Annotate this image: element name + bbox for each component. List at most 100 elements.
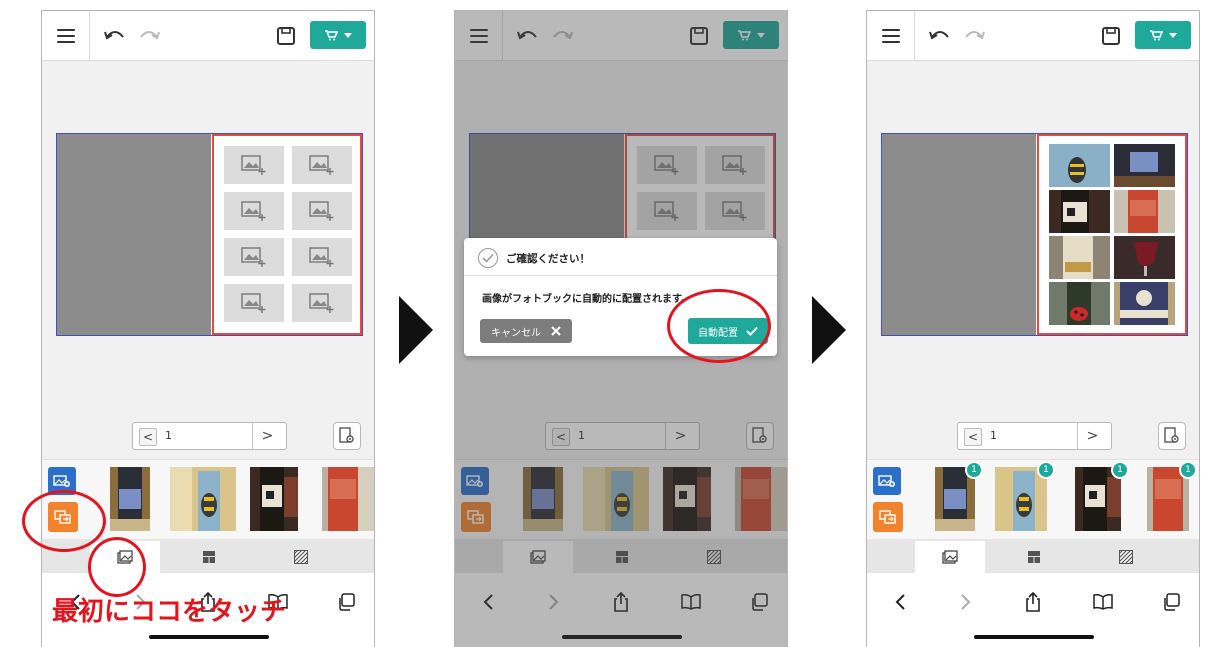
- page-pager: < 1 >: [132, 422, 287, 450]
- home-indicator: [149, 635, 269, 639]
- left-page[interactable]: [57, 134, 211, 335]
- add-image-icon: [309, 201, 334, 221]
- tutorial-stage: < 1 > < 1 > ご確認ください！ 画像がフォトブックに自動的に配置されま…: [0, 0, 1212, 647]
- photo-thumbnail[interactable]: [250, 467, 298, 531]
- menu-button[interactable]: [867, 11, 915, 61]
- photo-thumbnail-used[interactable]: 1: [1147, 461, 1197, 531]
- placed-photo[interactable]: [1114, 236, 1175, 279]
- layout-icon: [203, 551, 215, 563]
- photo-slot[interactable]: [292, 284, 352, 322]
- add-photo-icon: [878, 475, 895, 487]
- right-page[interactable]: [1037, 134, 1187, 335]
- highlight-ring: [667, 289, 771, 363]
- prev-page-button[interactable]: <: [964, 428, 982, 446]
- hamburger-icon: [881, 29, 900, 43]
- photobook-spread[interactable]: [56, 133, 363, 336]
- page-pager: < 1 >: [957, 422, 1112, 450]
- tabs-icon[interactable]: [335, 591, 357, 613]
- add-photo-button[interactable]: [873, 467, 901, 495]
- share-icon[interactable]: [1022, 591, 1044, 613]
- photo-slot[interactable]: [224, 284, 284, 322]
- bottom-tabs: [867, 539, 1199, 573]
- tabs-icon[interactable]: [1160, 591, 1182, 613]
- undo-icon[interactable]: [927, 23, 953, 49]
- tab-backgrounds[interactable]: [266, 541, 336, 573]
- next-page-button[interactable]: >: [252, 423, 282, 449]
- dialog-title: ご確認ください！: [506, 253, 590, 265]
- left-page[interactable]: [882, 134, 1036, 335]
- save-icon[interactable]: [275, 25, 297, 47]
- phone-step-3: < 1 > 1 1 1 1: [866, 10, 1200, 647]
- next-page-button[interactable]: >: [1077, 423, 1107, 449]
- page-number-input[interactable]: 1: [990, 429, 997, 442]
- instruction-caption: 最初にココをタッチ: [52, 597, 287, 627]
- photo-slot[interactable]: [224, 146, 284, 184]
- undo-icon[interactable]: [102, 23, 128, 49]
- add-image-icon: [241, 155, 266, 175]
- step-arrow-icon: [399, 296, 433, 364]
- photo-slot-grid: [224, 146, 352, 322]
- placed-photo[interactable]: [1049, 144, 1110, 187]
- photo-slot[interactable]: [292, 192, 352, 230]
- add-image-icon: [241, 247, 266, 267]
- cancel-label: キャンセル: [491, 327, 541, 339]
- cart-button[interactable]: [1135, 21, 1191, 49]
- bookmarks-icon[interactable]: [1092, 591, 1114, 613]
- cart-icon: [325, 30, 338, 41]
- tab-backgrounds[interactable]: [1091, 541, 1161, 573]
- photo-thumbnail-used[interactable]: 1: [1075, 461, 1129, 531]
- photo-thumbnail-used[interactable]: 1: [935, 461, 983, 531]
- browser-toolbar: [867, 573, 1199, 647]
- dialog-message: 画像がフォトブックに自動的に配置されます。: [482, 294, 691, 305]
- page-settings-icon: [339, 427, 354, 443]
- redo-icon[interactable]: [136, 23, 162, 49]
- right-page[interactable]: [212, 134, 362, 335]
- tab-layouts[interactable]: [174, 541, 244, 573]
- usage-count-badge: 1: [1037, 461, 1055, 479]
- prev-page-button[interactable]: <: [139, 428, 157, 446]
- photo-thumbnail-used[interactable]: 1: [995, 461, 1055, 531]
- page-settings-button[interactable]: [333, 422, 361, 450]
- tab-layouts[interactable]: [999, 541, 1069, 573]
- photobook-spread[interactable]: [881, 133, 1188, 336]
- forward-icon[interactable]: [955, 591, 977, 613]
- cancel-button[interactable]: キャンセル: [480, 319, 572, 343]
- close-icon: [551, 326, 561, 336]
- page-number-input[interactable]: 1: [165, 429, 172, 442]
- highlight-ring: [22, 490, 106, 552]
- placed-photo[interactable]: [1114, 282, 1175, 325]
- page-settings-button[interactable]: [1158, 422, 1186, 450]
- photo-slot[interactable]: [292, 146, 352, 184]
- step-arrow-icon: [812, 296, 846, 364]
- photo-thumbnail[interactable]: [170, 467, 236, 531]
- chevron-down-icon: [344, 32, 352, 38]
- add-image-icon: [309, 247, 334, 267]
- save-icon[interactable]: [1100, 25, 1122, 47]
- placed-photo[interactable]: [1114, 144, 1175, 187]
- dialog-header: ご確認ください！: [464, 238, 777, 276]
- cart-icon: [1150, 30, 1163, 41]
- photo-thumbnail[interactable]: [322, 467, 375, 531]
- redo-icon[interactable]: [961, 23, 987, 49]
- add-image-icon: [241, 201, 266, 221]
- usage-count-badge: 1: [1179, 461, 1197, 479]
- back-icon[interactable]: [889, 591, 911, 613]
- background-pattern-icon: [294, 550, 308, 564]
- add-image-icon: [241, 293, 266, 313]
- cart-button[interactable]: [310, 21, 366, 49]
- placed-photo[interactable]: [1114, 190, 1175, 233]
- photo-slot[interactable]: [292, 238, 352, 276]
- modal-backdrop-lower: [455, 573, 787, 647]
- menu-button[interactable]: [42, 11, 90, 61]
- auto-layout-button[interactable]: [873, 502, 903, 532]
- placed-photo[interactable]: [1049, 236, 1110, 279]
- photo-thumbnail[interactable]: [110, 467, 150, 531]
- tab-photos[interactable]: [915, 541, 985, 573]
- editor-toolbar: [42, 11, 374, 61]
- photo-slot[interactable]: [224, 192, 284, 230]
- hamburger-icon: [56, 29, 75, 43]
- add-photo-icon: [53, 475, 70, 487]
- photo-slot[interactable]: [224, 238, 284, 276]
- placed-photo[interactable]: [1049, 190, 1110, 233]
- placed-photo[interactable]: [1049, 282, 1110, 325]
